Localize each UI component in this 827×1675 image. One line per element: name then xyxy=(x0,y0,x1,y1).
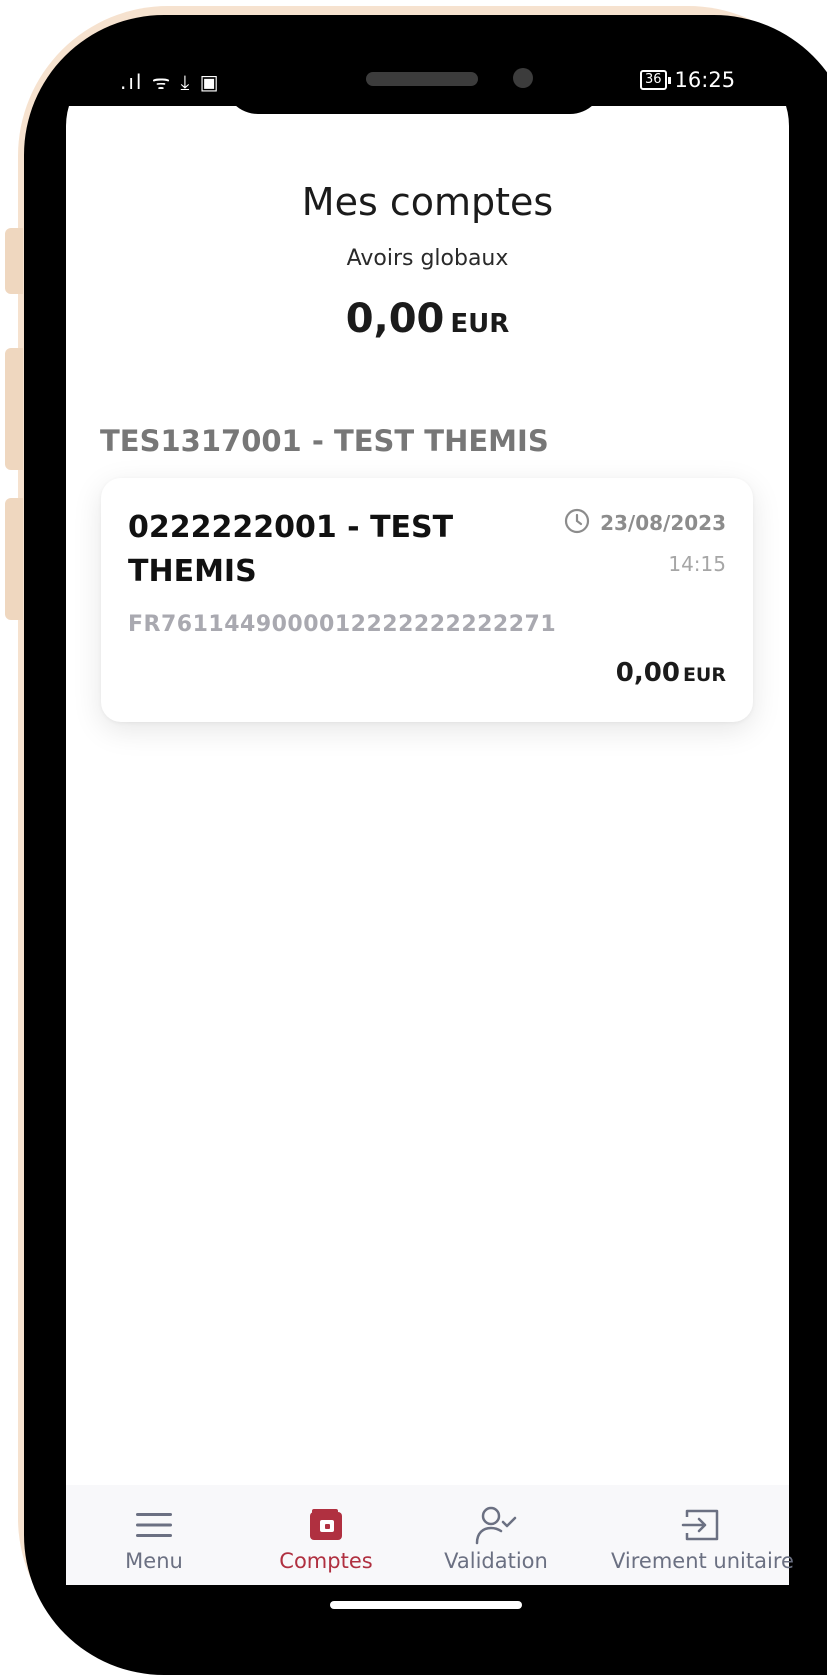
account-card[interactable]: 0222222001 - TEST THEMIS 23/08/2023 14:1… xyxy=(101,478,753,722)
account-group-title: TES1317001 - TEST THEMIS xyxy=(100,424,549,458)
transfer-icon xyxy=(611,1503,789,1547)
status-right: 36 16:25 xyxy=(640,68,735,92)
account-date: 23/08/2023 xyxy=(564,508,726,538)
front-camera xyxy=(513,68,533,88)
status-icons: .ıl ᯤ ⤓ ▣ xyxy=(120,68,221,95)
nav-comptes[interactable]: Comptes xyxy=(266,1485,386,1573)
nav-menu[interactable]: Menu xyxy=(104,1485,204,1573)
nav-validation[interactable]: Validation xyxy=(426,1485,566,1573)
wallet-icon xyxy=(266,1503,386,1547)
account-time: 14:15 xyxy=(668,552,726,576)
global-assets-total: 0,00 EUR xyxy=(0,296,827,342)
account-balance-currency: EUR xyxy=(682,664,726,686)
nav-virement-label: Virement unitaire xyxy=(611,1549,794,1573)
global-total-currency: EUR xyxy=(450,309,510,339)
battery-icon: 36 xyxy=(640,70,671,90)
nav-validation-label: Validation xyxy=(444,1549,548,1573)
bottom-nav: Menu Comptes Validation Virement unitair… xyxy=(66,1485,794,1585)
status-time: 16:25 xyxy=(674,68,736,92)
global-total-amount: 0,00 xyxy=(345,296,445,342)
account-iban: FR7611449000012222222222271 xyxy=(128,612,557,637)
global-assets-label: Avoirs globaux xyxy=(346,246,509,271)
clock-icon xyxy=(564,508,590,538)
nav-menu-label: Menu xyxy=(125,1549,183,1573)
screen xyxy=(66,56,789,1624)
side-button-3 xyxy=(5,498,23,620)
account-name: 0222222001 - TEST THEMIS xyxy=(128,510,454,589)
nav-virement[interactable]: Virement unitaire xyxy=(611,1485,794,1573)
page-title: Mes comptes xyxy=(301,180,554,224)
menu-icon xyxy=(104,1503,204,1547)
account-balance: 0,00 EUR xyxy=(616,658,726,688)
account-balance-amount: 0,00 xyxy=(615,658,680,688)
speaker xyxy=(366,72,478,86)
home-indicator[interactable] xyxy=(330,1601,522,1609)
signal-wifi-download-icons: .ıl ᯤ ⤓ ▣ xyxy=(120,70,221,94)
nav-comptes-label: Comptes xyxy=(279,1549,373,1573)
account-date-value: 23/08/2023 xyxy=(600,511,726,535)
user-check-icon xyxy=(426,1503,566,1547)
side-button-2 xyxy=(5,348,23,470)
device-frame: .ıl ᯤ ⤓ ▣ 36 16:25 Mes comptes Avoirs gl… xyxy=(0,0,827,1675)
